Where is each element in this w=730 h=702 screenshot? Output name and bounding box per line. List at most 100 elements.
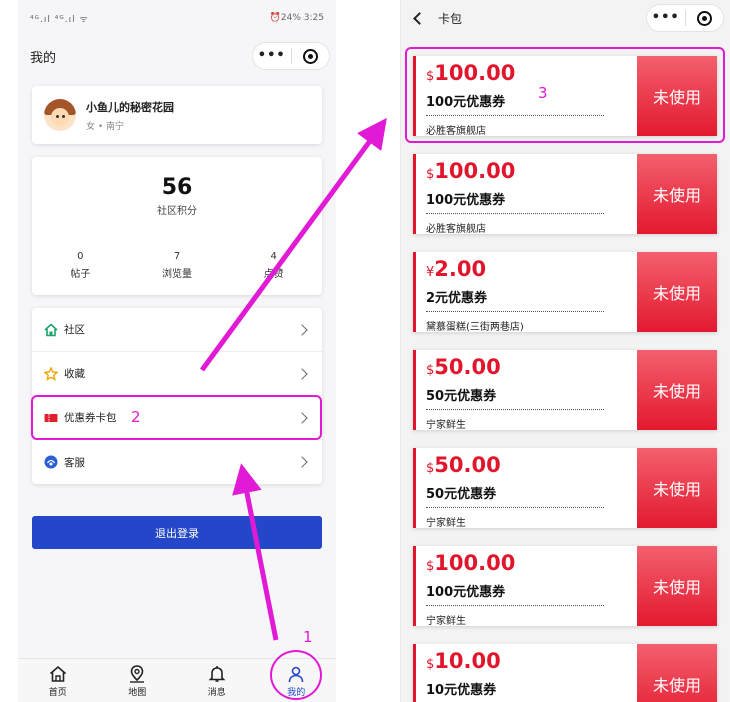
community-points-label: 社区积分 xyxy=(157,206,197,217)
coupon-name: 100元优惠券 xyxy=(426,189,604,214)
menu-list: 社区 收藏 优惠券卡包 客服 xyxy=(32,308,322,484)
coupon-status-button[interactable]: 未使用 xyxy=(637,644,717,702)
step-2-label: 2 xyxy=(131,408,141,426)
coupon-icon xyxy=(44,411,58,425)
stat-views[interactable]: 7 浏览量 xyxy=(129,251,226,280)
coupon-store: 宁家鲜生 xyxy=(426,616,466,627)
logout-button[interactable]: 退出登录 xyxy=(32,516,322,549)
amount-value: 2.00 xyxy=(434,257,487,281)
coupon-name: 100元优惠券 xyxy=(426,91,604,116)
tab-map[interactable]: 地图 xyxy=(98,659,178,702)
user-name: 小鱼儿的秘密花园 xyxy=(86,100,174,114)
community-points-value: 56 xyxy=(161,175,193,200)
coupon-card[interactable]: $50.00 50元优惠券 宁家鲜生 未使用 xyxy=(413,350,717,431)
page-title: 卡包 xyxy=(438,11,463,26)
back-arrow-icon[interactable] xyxy=(413,11,426,25)
coupon-amount: $10.00 xyxy=(426,650,604,676)
menu-item-coupon-wallet[interactable]: 优惠券卡包 xyxy=(32,396,322,440)
coupon-name: 10元优惠券 xyxy=(426,679,604,702)
signal-indicators: ⁴ᴳ.ıl ⁴ᴳ.ıl ᯤ xyxy=(30,14,89,25)
coupon-card[interactable]: $50.00 50元优惠券 宁家鲜生 未使用 xyxy=(413,448,717,529)
home-icon xyxy=(49,665,66,682)
amount-value: 10.00 xyxy=(434,649,501,673)
coupon-amount: $100.00 xyxy=(426,552,604,578)
status-bar: ⁴ᴳ.ıl ⁴ᴳ.ıl ᯤ ⏰24% 3:25 xyxy=(18,0,336,36)
headset-icon xyxy=(44,455,58,469)
tab-label: 首页 xyxy=(48,687,67,698)
bell-icon xyxy=(208,665,226,682)
menu-label: 客服 xyxy=(64,456,85,469)
stats-card: 56 社区积分 0 帖子 7 浏览量 4 点赞 xyxy=(32,157,322,295)
coupon-store: 宁家鲜生 xyxy=(426,420,466,431)
stat-label: 浏览量 xyxy=(162,269,192,280)
coupon-status-button[interactable]: 未使用 xyxy=(637,252,717,332)
coupon-status-button[interactable]: 未使用 xyxy=(637,154,717,234)
coupon-status-button[interactable]: 未使用 xyxy=(637,350,717,430)
coupon-card[interactable]: $100.00 100元优惠券 必胜客旗舰店 未使用 xyxy=(413,56,717,137)
more-menu-button[interactable]: ••• xyxy=(647,5,685,31)
profile-screen: ⁴ᴳ.ıl ⁴ᴳ.ıl ᯤ ⏰24% 3:25 我的 ••• 小鱼儿的秘密花园 … xyxy=(18,0,336,702)
home-icon xyxy=(44,322,58,337)
stat-label: 点赞 xyxy=(263,269,284,280)
nav-bar: 我的 ••• xyxy=(18,36,336,76)
highlight-tab-me xyxy=(270,650,322,700)
coupon-store: 宁家鲜生 xyxy=(426,518,466,529)
amount-value: 50.00 xyxy=(434,355,501,379)
step-3-label: 3 xyxy=(538,84,548,102)
chevron-right-icon xyxy=(296,323,308,336)
step-1-label: 1 xyxy=(303,628,313,646)
close-program-button[interactable] xyxy=(292,48,330,64)
stat-value: 7 xyxy=(173,251,181,262)
map-pin-icon xyxy=(130,664,145,683)
coupon-card[interactable]: $100.00 100元优惠券 宁家鲜生 未使用 xyxy=(413,546,717,627)
profile-card[interactable]: 小鱼儿的秘密花园 女 • 南宁 xyxy=(32,86,322,144)
menu-item-community[interactable]: 社区 xyxy=(32,308,322,352)
mini-program-capsule: ••• xyxy=(646,4,724,32)
user-gender-city: 女 • 南宁 xyxy=(86,121,125,132)
battery-time: ⏰24% 3:25 xyxy=(269,13,324,23)
menu-item-customer-service[interactable]: 客服 xyxy=(32,440,322,484)
chevron-right-icon xyxy=(296,411,308,424)
close-program-button[interactable] xyxy=(686,10,724,26)
coupon-name: 50元优惠券 xyxy=(426,385,604,410)
stat-likes[interactable]: 4 点赞 xyxy=(225,251,322,280)
coupon-store: 必胜客旗舰店 xyxy=(426,126,486,137)
avatar xyxy=(44,99,76,131)
stat-value: 0 xyxy=(77,251,84,262)
coupon-amount: $100.00 xyxy=(426,62,604,88)
coupon-card[interactable]: $10.00 10元优惠券 未使用 xyxy=(413,644,717,702)
menu-label: 社区 xyxy=(64,324,85,336)
menu-label: 收藏 xyxy=(64,368,85,380)
coupon-status-button[interactable]: 未使用 xyxy=(637,56,717,136)
stat-posts[interactable]: 0 帖子 xyxy=(32,251,129,280)
tab-label: 消息 xyxy=(207,687,226,698)
coupon-name: 100元优惠券 xyxy=(426,581,604,606)
amount-value: 100.00 xyxy=(434,159,516,183)
star-icon xyxy=(44,366,58,381)
coupon-store: 必胜客旗舰店 xyxy=(426,224,486,235)
stat-value: 4 xyxy=(270,251,277,262)
coupon-amount: $100.00 xyxy=(426,160,604,186)
coupon-card[interactable]: ¥2.00 2元优惠券 黛慕蛋糕(三街两巷店) 未使用 xyxy=(413,252,717,333)
menu-label: 优惠券卡包 xyxy=(64,412,117,424)
coupon-amount: $50.00 xyxy=(426,356,604,382)
more-menu-button[interactable]: ••• xyxy=(253,43,291,69)
coupon-status-button[interactable]: 未使用 xyxy=(637,546,717,626)
card-wallet-screen: 卡包 ••• $100.00 100元优惠券 必胜客旗舰店 未使用 $100.0… xyxy=(400,0,730,702)
coupon-status-button[interactable]: 未使用 xyxy=(637,448,717,528)
amount-value: 50.00 xyxy=(434,453,501,477)
coupon-store: 黛慕蛋糕(三街两巷店) xyxy=(426,322,524,333)
chevron-right-icon xyxy=(296,456,308,468)
target-icon xyxy=(302,48,318,64)
tab-messages[interactable]: 消息 xyxy=(177,659,257,702)
tab-home[interactable]: 首页 xyxy=(18,659,98,702)
coupon-card[interactable]: $100.00 100元优惠券 必胜客旗舰店 未使用 xyxy=(413,154,717,235)
target-icon xyxy=(696,10,712,26)
coupon-amount: $50.00 xyxy=(426,454,604,480)
coupon-name: 50元优惠券 xyxy=(426,483,604,508)
coupon-name: 2元优惠券 xyxy=(426,287,604,312)
menu-item-favorites[interactable]: 收藏 xyxy=(32,352,322,396)
mini-program-capsule: ••• xyxy=(252,42,330,70)
nav-bar: 卡包 ••• xyxy=(401,0,730,36)
amount-value: 100.00 xyxy=(434,61,516,85)
